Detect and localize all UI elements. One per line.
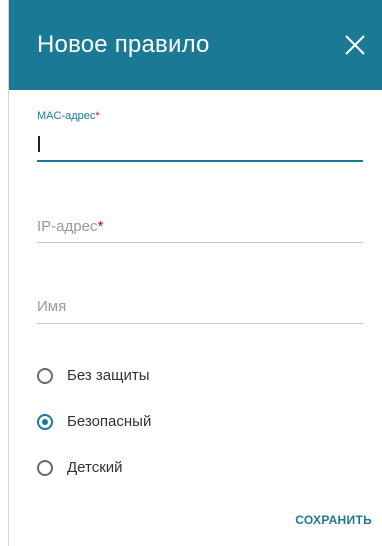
ip-address-underline xyxy=(37,242,363,243)
mac-address-underline xyxy=(37,160,363,162)
required-marker: * xyxy=(97,218,104,235)
close-button[interactable] xyxy=(342,32,368,58)
dialog-title: Новое правило xyxy=(37,31,210,58)
dialog-header: Новое правило xyxy=(9,0,382,90)
radio-unchecked-icon xyxy=(37,367,53,384)
ip-address-placeholder: IP-адрес* xyxy=(37,218,103,235)
radio-unchecked-icon xyxy=(37,459,53,476)
background-page-edge xyxy=(0,0,9,546)
new-rule-dialog: Новое правило MAC-адрес* IP-адрес* Имя Б… xyxy=(9,0,382,546)
radio-no-protection-label: Без защиты xyxy=(67,367,150,384)
name-placeholder: Имя xyxy=(37,298,67,315)
radio-safe-label: Безопасный xyxy=(67,413,152,430)
close-icon xyxy=(345,35,365,55)
radio-safe[interactable]: Безопасный xyxy=(37,413,151,430)
ip-address-field[interactable]: IP-адрес* xyxy=(37,215,363,247)
radio-checked-icon xyxy=(37,413,53,430)
name-field[interactable]: Имя xyxy=(37,295,363,327)
save-button[interactable]: СОХРАНИТЬ xyxy=(295,513,372,527)
radio-no-protection[interactable]: Без защиты xyxy=(37,367,150,384)
radio-kids-label: Детский xyxy=(67,459,123,476)
mac-address-field[interactable]: MAC-адрес* xyxy=(37,110,363,170)
mac-address-input[interactable] xyxy=(37,132,363,156)
radio-kids[interactable]: Детский xyxy=(37,459,123,476)
required-marker: * xyxy=(95,110,100,122)
mac-address-label: MAC-адрес* xyxy=(37,110,363,122)
mac-address-label-text: MAC-адрес xyxy=(37,110,96,122)
ip-address-placeholder-text: IP-адрес xyxy=(37,218,98,235)
name-underline xyxy=(37,323,363,324)
